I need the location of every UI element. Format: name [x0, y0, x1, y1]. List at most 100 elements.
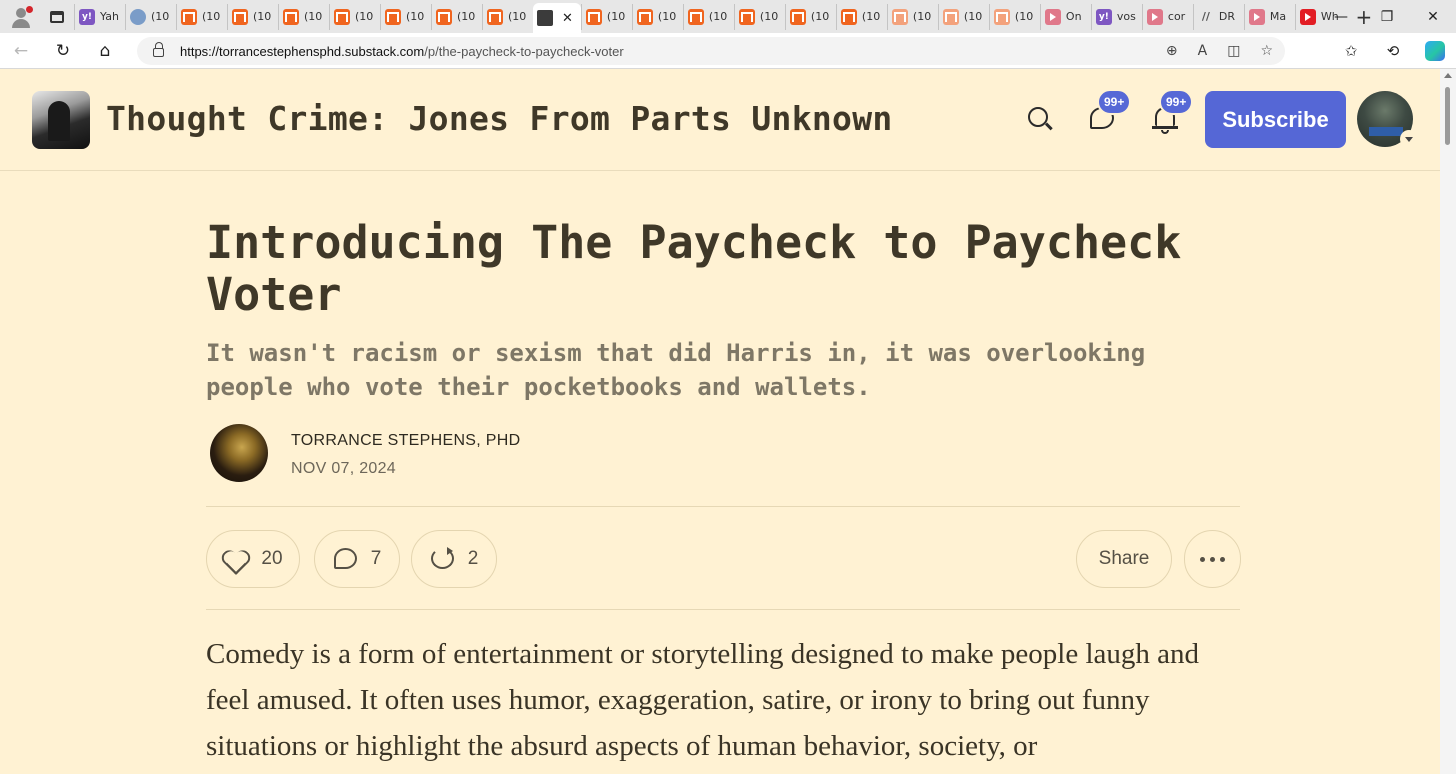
url-path: /p/the-paycheck-to-paycheck-voter — [424, 43, 624, 59]
tab[interactable]: (10 — [431, 3, 482, 30]
minimize-button[interactable]: — — [1318, 0, 1364, 33]
publication-title[interactable]: Thought Crime: Jones From Parts Unknown — [106, 99, 893, 138]
tab-label: (10 — [457, 10, 476, 23]
tab-label: (10 — [508, 10, 527, 23]
site-info-icon[interactable] — [153, 42, 164, 57]
subscribe-button[interactable]: Subscribe — [1205, 91, 1346, 148]
slash-icon: // — [1201, 10, 1210, 23]
tab[interactable]: (10 — [682, 3, 734, 30]
tab[interactable]: (10 — [278, 3, 329, 30]
tab-label: (10 — [304, 10, 323, 23]
yahoo-icon: y! — [79, 8, 95, 25]
post-title: Introducing The Paycheck to Paycheck Vot… — [206, 216, 1182, 321]
web-page: Thought Crime: Jones From Parts Unknown … — [0, 69, 1440, 774]
back-button[interactable]: ← — [0, 33, 42, 69]
post-body: Comedy is a form of entertainment or sto… — [206, 638, 1199, 762]
tab[interactable]: (10 — [784, 3, 836, 30]
tab[interactable]: (10 — [835, 3, 887, 30]
tab[interactable]: (10 — [482, 3, 533, 30]
refresh-button[interactable]: ↻ — [42, 33, 84, 69]
youtube-light-icon — [1044, 8, 1061, 25]
tab[interactable]: (10 — [329, 3, 380, 30]
tab[interactable]: (10 — [580, 3, 632, 30]
tab-label: vos — [1116, 10, 1136, 23]
heart-icon — [223, 547, 249, 571]
author-avatar[interactable] — [210, 424, 268, 482]
tab[interactable]: (10 — [176, 3, 227, 30]
divider — [206, 609, 1240, 610]
site-header: Thought Crime: Jones From Parts Unknown … — [0, 69, 1440, 171]
tab[interactable]: (10 — [125, 3, 176, 30]
comment-button[interactable]: 7 — [314, 530, 400, 588]
more-options-button[interactable] — [1184, 530, 1241, 588]
substack-icon — [487, 8, 503, 25]
substack-icon — [385, 8, 401, 25]
yahoo-icon: y! — [1095, 8, 1112, 25]
tab[interactable]: (10 — [733, 3, 785, 30]
chat-badge: 99+ — [1097, 89, 1132, 115]
comment-count: 7 — [370, 548, 382, 569]
tab-label: On — [1065, 10, 1082, 23]
zoom-icon[interactable]: ⊕ — [1166, 43, 1178, 59]
window-close-button[interactable]: ✕ — [1410, 0, 1456, 33]
restore-button[interactable]: ❐ — [1364, 0, 1410, 33]
tab-label: (10 — [963, 10, 983, 23]
tab[interactable]: (10 — [227, 3, 278, 30]
read-aloud-icon[interactable]: A — [1198, 43, 1208, 59]
substack-icon — [840, 8, 857, 25]
profile-icon[interactable] — [0, 0, 40, 33]
split-screen-icon[interactable]: ◫ — [1227, 43, 1240, 59]
tab-label: (10 — [1014, 10, 1034, 23]
restack-count: 2 — [467, 548, 479, 569]
tab[interactable]: (10 — [988, 3, 1040, 30]
close-icon[interactable]: ✕ — [562, 11, 573, 26]
url-host: https://torrancestephensphd.substack.com — [180, 43, 425, 59]
tab[interactable]: (10 — [937, 3, 989, 30]
youtube-light-icon — [1146, 8, 1163, 25]
like-button[interactable]: 20 — [206, 530, 300, 588]
tab[interactable]: cor — [1141, 3, 1193, 30]
tab[interactable]: On — [1039, 3, 1091, 30]
scrollbar[interactable] — [1440, 69, 1456, 774]
share-button[interactable]: Share — [1076, 530, 1172, 588]
tab-label: DR — [1218, 10, 1236, 23]
youtube-light-icon — [1248, 8, 1265, 25]
url-text: https://torrancestephensphd.substack.com… — [180, 44, 624, 59]
navigation-bar: ← ↻ ⌂ https://torrancestephensphd.substa… — [0, 33, 1456, 69]
tab[interactable]: (10 — [886, 3, 938, 30]
tab[interactable]: (10 — [380, 3, 431, 30]
tab[interactable]: y! vos — [1090, 3, 1142, 30]
home-button[interactable]: ⌂ — [84, 33, 126, 69]
tab[interactable]: y! Yah — [74, 3, 125, 30]
substack-light-icon — [993, 8, 1010, 25]
scroll-up-icon[interactable] — [1444, 73, 1452, 78]
author-name[interactable]: TORRANCE STEPHENS, PHD — [291, 432, 520, 450]
address-bar[interactable]: https://torrancestephensphd.substack.com… — [137, 37, 1285, 65]
divider — [206, 506, 1240, 507]
scrollbar-thumb[interactable] — [1445, 87, 1450, 145]
tab-label: (10 — [861, 10, 881, 23]
tab[interactable]: (10 — [631, 3, 683, 30]
post-subtitle: It wasn't racism or sexism that did Harr… — [206, 339, 1146, 401]
substack-icon — [334, 8, 350, 25]
chevron-down-icon[interactable] — [1400, 130, 1418, 148]
history-icon[interactable]: ⟲ — [1372, 33, 1414, 69]
tab-label: (10 — [606, 10, 626, 23]
favorites-icon[interactable]: ✩ — [1330, 33, 1372, 69]
tab-active[interactable]: ✕ — [533, 3, 581, 33]
notification-badge: 99+ — [1159, 89, 1194, 115]
restack-button[interactable]: 2 — [411, 530, 497, 588]
address-bar-actions: ⊕ A ◫ ☆ — [1166, 37, 1273, 65]
substack-light-icon — [942, 8, 959, 25]
tab-label: (10 — [406, 10, 425, 23]
substack-icon — [232, 8, 248, 25]
copilot-icon[interactable] — [1414, 33, 1456, 69]
ellipsis-icon — [1200, 556, 1225, 562]
tab[interactable]: // DR — [1192, 3, 1244, 30]
search-icon[interactable] — [1026, 105, 1054, 133]
tab[interactable]: Ma — [1243, 3, 1295, 30]
tab-label: (10 — [708, 10, 728, 23]
favorite-star-icon[interactable]: ☆ — [1260, 43, 1273, 59]
tab-actions-icon[interactable] — [40, 0, 74, 33]
publication-logo[interactable] — [32, 91, 90, 149]
